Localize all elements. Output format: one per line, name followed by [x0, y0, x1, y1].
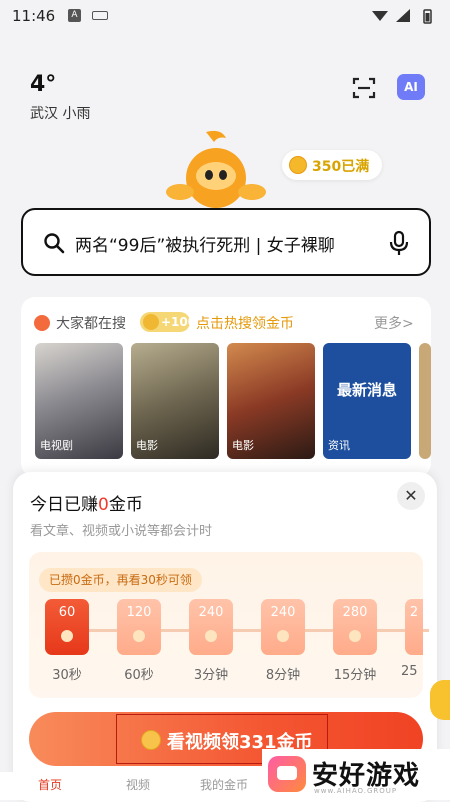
close-button[interactable]: ✕ — [397, 482, 425, 510]
earn-title-suffix: 金币 — [108, 495, 143, 515]
reward-hint[interactable]: 点击热搜领金币 — [196, 313, 294, 333]
earn-title-prefix: 今日已赚 — [30, 495, 98, 515]
status-bar: 11:46 A — [0, 0, 450, 32]
trending-thumbnail[interactable]: 电影 — [131, 343, 219, 459]
thumbnail-tag: 资讯 — [328, 439, 350, 452]
coin-balance-text: 350已满 — [312, 159, 370, 175]
envelope-amount: 280 — [342, 605, 368, 620]
search-icon — [44, 233, 65, 254]
coin-icon — [133, 630, 145, 642]
step-label: 25 — [401, 664, 418, 679]
watermark-url: www.AIHAO.GROUP — [314, 787, 398, 795]
microphone-icon[interactable] — [388, 230, 410, 256]
step-label: 3分钟 — [193, 668, 229, 683]
envelope-amount: 240 — [198, 605, 224, 620]
notification-a-icon: A — [68, 9, 81, 22]
trending-thumbnail[interactable]: 电影 — [227, 343, 315, 459]
envelope-amount: 120 — [126, 605, 152, 620]
ai-assistant-button[interactable]: AI — [397, 74, 425, 100]
thumbnail-tag: 电影 — [232, 439, 254, 452]
nav-video[interactable]: 视频 — [126, 776, 150, 793]
search-bar[interactable]: 两名“99后”被执行死刑 | 女子裸聊 — [21, 208, 431, 276]
coin-icon — [277, 630, 289, 642]
envelope-amount: 60 — [58, 605, 76, 620]
coin-icon — [141, 730, 161, 750]
watermark-logo-icon — [268, 756, 306, 792]
red-envelope[interactable]: 120 — [117, 599, 161, 655]
trending-thumbnail[interactable]: 最新消息 资讯 — [323, 343, 411, 459]
watermark: 安好游戏 www.AIHAO.GROUP — [262, 749, 450, 799]
coin-icon — [349, 630, 361, 642]
envelope-amount: 240 — [270, 605, 296, 620]
envelope-amount: 2 — [409, 605, 419, 620]
nav-coins[interactable]: 我的金币 — [200, 776, 248, 793]
trending-searches-card: 大家都在搜 +100 点击热搜领金币 更多> 电视剧 电影 电影 最新消息 资讯 — [21, 297, 431, 477]
earned-amount: 0 — [98, 495, 109, 515]
thumbnail-tag: 电视剧 — [40, 439, 73, 452]
red-envelope[interactable]: 240 — [261, 599, 305, 655]
earn-title: 今日已赚0金币 — [30, 490, 143, 515]
more-link[interactable]: 更多> — [374, 313, 414, 333]
weather-location[interactable]: 武汉 小雨 — [30, 103, 90, 123]
trending-search-icon — [34, 315, 50, 331]
reward-progress: 已攒0金币，再看30秒可领 60 120 240 240 280 2 30秒 6… — [29, 552, 429, 698]
progress-tip: 已攒0金币，再看30秒可领 — [39, 568, 202, 592]
scan-icon[interactable] — [352, 76, 376, 100]
keyboard-icon — [92, 11, 108, 20]
status-time: 11:46 — [12, 7, 56, 25]
earn-subtitle: 看文章、视频或小说等都会计时 — [30, 524, 213, 539]
trending-thumbnail[interactable]: 电视剧 — [35, 343, 123, 459]
coin-icon — [61, 630, 73, 642]
search-input[interactable]: 两名“99后”被执行死刑 | 女子裸聊 — [75, 231, 370, 256]
step-label: 30秒 — [52, 668, 82, 683]
coin-balance-pill[interactable]: 350已满 — [282, 150, 382, 180]
red-envelope[interactable]: 280 — [333, 599, 377, 655]
trending-thumbnail[interactable] — [419, 343, 431, 459]
mascot-icon[interactable] — [166, 130, 266, 210]
step-label: 60秒 — [124, 668, 154, 683]
signal-battery-icons — [372, 9, 432, 24]
step-label: 15分钟 — [333, 668, 377, 683]
coin-icon — [289, 156, 307, 174]
reward-badge: +100 — [140, 312, 196, 332]
reward-badge-text: +100 — [161, 315, 197, 329]
news-headline: 最新消息 — [336, 381, 397, 399]
coin-icon — [143, 314, 159, 330]
thumbnail-tag: 电影 — [136, 439, 158, 452]
nav-home[interactable]: 首页 — [38, 776, 62, 793]
red-envelope[interactable]: 240 — [189, 599, 233, 655]
trending-title: 大家都在搜 — [56, 316, 126, 332]
weather-temperature: 4° — [30, 72, 57, 97]
red-envelope[interactable]: 2 — [405, 599, 423, 655]
step-label: 8分钟 — [265, 668, 301, 683]
coin-icon — [205, 630, 217, 642]
red-envelope[interactable]: 60 — [45, 599, 89, 655]
floating-coin-widget[interactable] — [430, 680, 450, 720]
